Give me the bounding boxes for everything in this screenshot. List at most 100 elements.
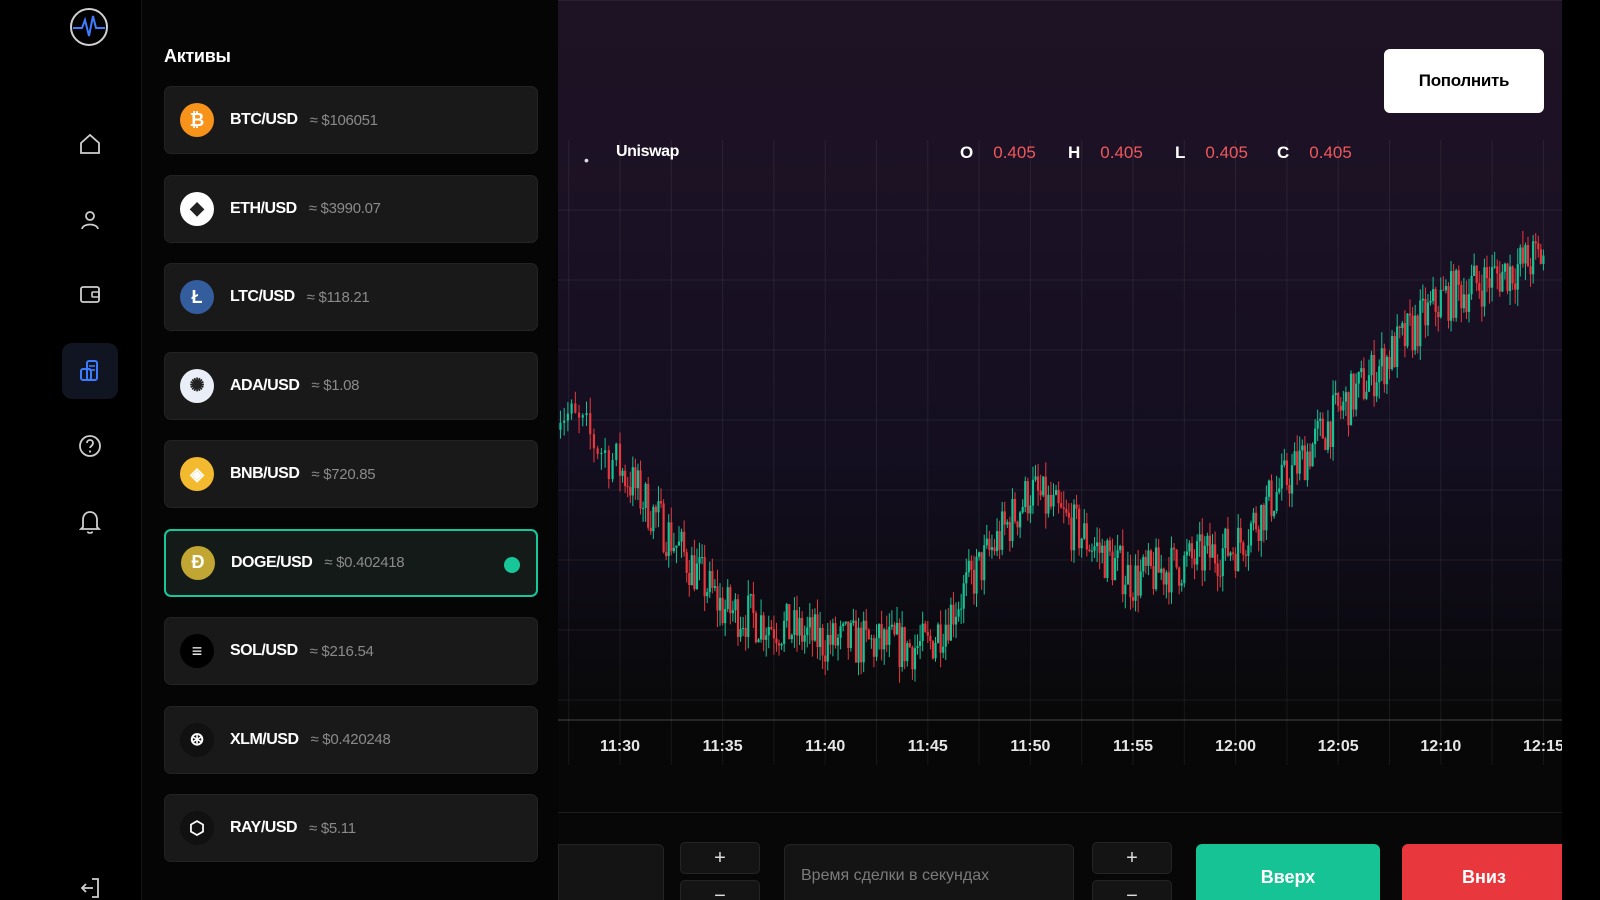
logout-icon[interactable] bbox=[62, 860, 118, 900]
candle bbox=[1311, 442, 1314, 467]
asset-card-eth-usd[interactable]: ◆ ETH/USD ≈ $3990.07 bbox=[164, 174, 538, 243]
chart-background bbox=[558, 140, 1562, 720]
asset-price: ≈ $118.21 bbox=[306, 288, 370, 306]
candle bbox=[1455, 268, 1458, 322]
time-minus-button[interactable]: − bbox=[1092, 880, 1172, 900]
candle bbox=[1270, 474, 1273, 522]
down-button[interactable]: Вниз bbox=[1402, 844, 1562, 900]
asset-pair: DOGE/USD bbox=[231, 553, 313, 571]
asset-price: ≈ $720.85 bbox=[311, 465, 376, 483]
asset-price: ≈ $0.402418 bbox=[324, 554, 405, 571]
candle bbox=[1393, 332, 1396, 368]
asset-card-ada-usd[interactable]: ✺ ADA/USD ≈ $1.08 bbox=[164, 351, 538, 420]
price-chart[interactable]: 11:30 11:35 11:40 11:45 11:50 11:55 12:00 12:05… bbox=[558, 140, 1562, 812]
candle bbox=[936, 622, 940, 644]
x-tick-label: 11:55 bbox=[1113, 738, 1153, 755]
x-tick-label: 12:10 bbox=[1420, 738, 1461, 755]
asset-price: ≈ $5.11 bbox=[309, 819, 356, 837]
x-tick-label: 12:05 bbox=[1318, 738, 1359, 755]
candle bbox=[849, 620, 852, 652]
asset-pair: ETH/USD bbox=[230, 199, 297, 217]
home-icon[interactable] bbox=[62, 116, 118, 172]
x-tick-label: 11:45 bbox=[908, 738, 948, 755]
asset-card-sol-usd[interactable]: ≡ SOL/USD ≈ $216.54 bbox=[164, 617, 538, 685]
ohlc-high: H 0.405 bbox=[1068, 143, 1143, 162]
asset-price: ≈ $106051 bbox=[309, 111, 378, 129]
x-tick-label: 12:00 bbox=[1215, 738, 1256, 755]
amount-minus-button[interactable]: − bbox=[680, 880, 760, 900]
x-tick-label: 11:40 bbox=[805, 738, 845, 755]
bell-icon[interactable] bbox=[62, 494, 118, 550]
litecoin-icon: Ł bbox=[180, 280, 214, 314]
asset-card-ray-usd[interactable]: ⬡ RAY/USD ≈ $5.11 bbox=[164, 794, 538, 862]
asset-pair: BTC/USD bbox=[230, 111, 298, 128]
amount-input[interactable] bbox=[558, 844, 664, 900]
nav-rail bbox=[0, 0, 142, 900]
asset-price: ≈ $1.08 bbox=[311, 377, 360, 394]
asset-price: ≈ $0.420248 bbox=[310, 731, 391, 748]
candle bbox=[647, 477, 650, 531]
x-tick-label: 12:15 bbox=[1523, 738, 1562, 755]
asset-card-btc-usd[interactable]: ₿ BTC/USD ≈ $106051 bbox=[164, 86, 538, 154]
trade-controls: + − + − Вверх Вниз bbox=[558, 812, 1562, 900]
candle bbox=[1506, 262, 1509, 295]
candle bbox=[1390, 330, 1394, 371]
assets-panel: Активы ₿ BTC/USD ≈ $106051 ◆ ETH/USD ≈ $3990.… bbox=[142, 0, 558, 900]
candle bbox=[1106, 538, 1109, 582]
dogecoin-icon: Ð bbox=[181, 545, 215, 580]
time-plus-button[interactable]: + bbox=[1092, 842, 1172, 874]
x-tick-label: 11:35 bbox=[703, 738, 743, 755]
asset-card-bnb-usd[interactable]: ◈ BNB/USD ≈ $720.85 bbox=[164, 440, 538, 508]
wallet-icon[interactable] bbox=[62, 266, 118, 322]
candle bbox=[867, 628, 870, 640]
up-button[interactable]: Вверх bbox=[1196, 844, 1380, 900]
asset-pair: RAY/USD bbox=[230, 819, 298, 836]
candle bbox=[1078, 504, 1081, 556]
cardano-icon: ✺ bbox=[180, 368, 214, 403]
asset-pair: LTC/USD bbox=[230, 288, 295, 305]
candle bbox=[1149, 548, 1153, 569]
candle bbox=[754, 610, 758, 644]
chart-area: Пополнить 11:30 11:35 11:40 11:45 11:50 11:55… bbox=[558, 0, 1562, 900]
series-marker-icon: • bbox=[584, 152, 589, 168]
ohlc-open: O 0.405 bbox=[960, 143, 1036, 162]
user-icon[interactable] bbox=[62, 192, 118, 248]
solana-icon: ≡ bbox=[180, 634, 214, 668]
asset-card-doge-usd[interactable]: Ð DOGE/USD ≈ $0.402418 bbox=[164, 528, 538, 597]
amount-plus-button[interactable]: + bbox=[680, 842, 760, 874]
raydium-icon: ⬡ bbox=[180, 811, 214, 845]
candle bbox=[1349, 370, 1353, 426]
app-logo-icon[interactable] bbox=[68, 6, 110, 48]
x-tick-label: 11:50 bbox=[1010, 738, 1050, 755]
ohlc-close: C 0.405 bbox=[1277, 143, 1352, 162]
stellar-icon: ⊛ bbox=[180, 722, 214, 757]
bnb-icon: ◈ bbox=[180, 457, 214, 491]
candle bbox=[662, 499, 665, 554]
deposit-button[interactable]: Пополнить bbox=[1384, 49, 1544, 113]
assets-icon[interactable] bbox=[62, 343, 118, 399]
candle bbox=[1042, 476, 1045, 498]
asset-pair: ADA/USD bbox=[230, 376, 300, 394]
trade-time-input[interactable] bbox=[784, 844, 1074, 900]
selected-indicator bbox=[504, 556, 520, 573]
candle bbox=[931, 639, 935, 660]
ethereum-icon: ◆ bbox=[180, 191, 214, 226]
candle bbox=[788, 604, 791, 640]
asset-price: ≈ $3990.07 bbox=[308, 200, 381, 217]
candle bbox=[1183, 551, 1186, 588]
candle bbox=[1324, 436, 1327, 451]
asset-pair: SOL/USD bbox=[230, 642, 298, 659]
asset-pair: BNB/USD bbox=[230, 465, 300, 482]
bitcoin-icon: ₿ bbox=[180, 103, 214, 137]
asset-card-ltc-usd[interactable]: Ł LTC/USD ≈ $118.21 bbox=[164, 263, 538, 331]
candle bbox=[1175, 549, 1178, 570]
ohlc-low: L 0.405 bbox=[1175, 143, 1248, 162]
asset-price: ≈ $216.54 bbox=[309, 642, 374, 660]
asset-card-xlm-usd[interactable]: ⊛ XLM/USD ≈ $0.420248 bbox=[164, 705, 538, 774]
x-tick-label: 11:30 bbox=[600, 738, 640, 755]
candle bbox=[1406, 312, 1409, 349]
asset-pair: XLM/USD bbox=[230, 730, 299, 748]
candle bbox=[1103, 540, 1106, 579]
window-edge bbox=[1562, 0, 1600, 900]
help-icon[interactable] bbox=[62, 418, 118, 474]
